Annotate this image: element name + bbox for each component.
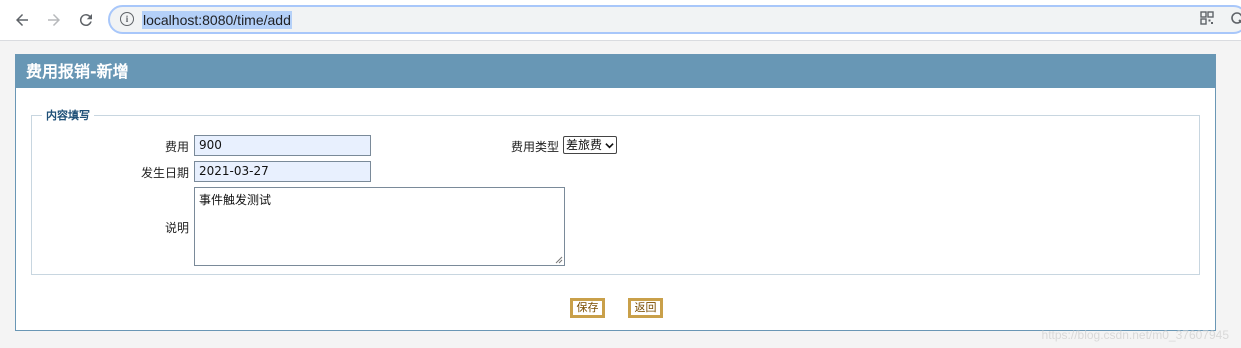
save-button[interactable]: 保存: [570, 298, 605, 318]
qr-code-icon[interactable]: [1200, 11, 1214, 25]
reload-icon[interactable]: [74, 8, 98, 32]
back-button[interactable]: 返回: [628, 298, 663, 318]
watermark: https://blog.csdn.net/m0_37607945: [1041, 328, 1229, 342]
page-title: 费用报销-新增: [16, 55, 1215, 88]
extension-icon[interactable]: [1230, 11, 1241, 25]
chevron-down-icon: [605, 142, 614, 148]
address-bar[interactable]: i localhost:8080/time/add: [108, 5, 1241, 34]
back-arrow-icon[interactable]: [10, 8, 34, 32]
forward-arrow-icon[interactable]: [42, 8, 66, 32]
expense-form-panel: 费用报销-新增 内容填写 费用 900 费用类型 差旅费 发生日期 2021-0…: [15, 54, 1216, 331]
description-textarea[interactable]: 事件触发测试: [194, 187, 565, 266]
resize-grip-icon[interactable]: [555, 256, 563, 264]
description-label: 说明: [164, 221, 189, 235]
date-input[interactable]: 2021-03-27: [194, 161, 371, 182]
browser-toolbar: i localhost:8080/time/add: [0, 0, 1241, 41]
description-text: 事件触发测试: [199, 193, 272, 207]
url-text[interactable]: localhost:8080/time/add: [142, 11, 292, 29]
site-info-icon[interactable]: i: [120, 12, 134, 26]
amount-input[interactable]: 900: [194, 135, 371, 156]
expense-type-label: 费用类型: [510, 140, 559, 154]
expense-type-select[interactable]: 差旅费: [563, 136, 618, 154]
date-label: 发生日期: [140, 166, 189, 180]
fieldset-legend: 内容填写: [46, 109, 90, 122]
amount-label: 费用: [164, 140, 189, 154]
page-viewport: 费用报销-新增 内容填写 费用 900 费用类型 差旅费 发生日期 2021-0…: [0, 41, 1241, 348]
expense-type-selected: 差旅费: [566, 138, 603, 152]
